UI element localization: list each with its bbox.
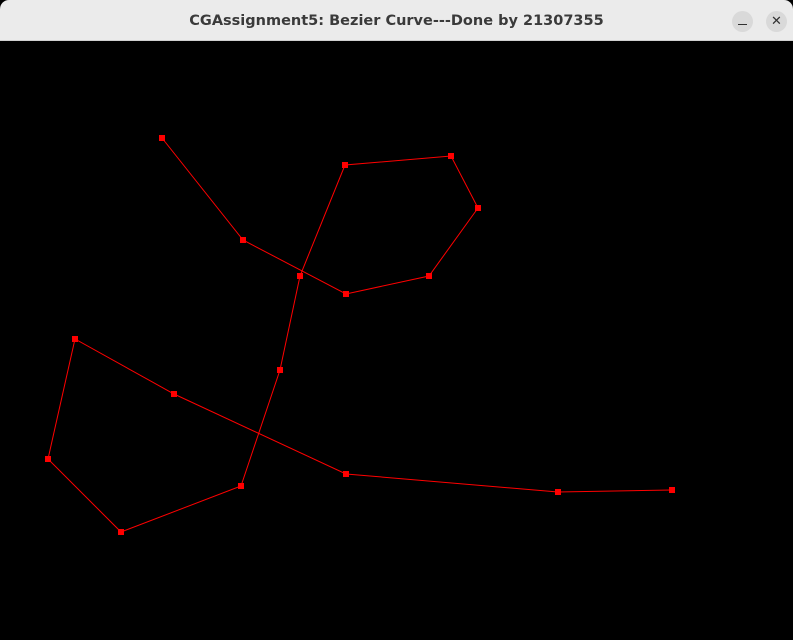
close-button[interactable]: ✕ — [766, 11, 787, 32]
control-point-7[interactable] — [342, 162, 348, 168]
control-point-5[interactable] — [475, 205, 481, 211]
control-point-13[interactable] — [72, 336, 78, 342]
control-point-6[interactable] — [448, 153, 454, 159]
control-polygon — [47, 137, 673, 533]
window-title: CGAssignment5: Bezier Curve---Done by 21… — [189, 13, 604, 29]
control-point-8[interactable] — [297, 273, 303, 279]
control-point-4[interactable] — [426, 273, 432, 279]
drawing-canvas[interactable] — [0, 41, 793, 640]
title-bar[interactable]: CGAssignment5: Bezier Curve---Done by 21… — [0, 0, 793, 41]
control-point-9[interactable] — [277, 367, 283, 373]
control-point-15[interactable] — [343, 471, 349, 477]
control-point-10[interactable] — [238, 483, 244, 489]
control-point-14[interactable] — [171, 391, 177, 397]
minimize-button[interactable] — [732, 11, 753, 32]
app-window: CGAssignment5: Bezier Curve---Done by 21… — [0, 0, 793, 640]
control-point-3[interactable] — [343, 291, 349, 297]
control-point-1[interactable] — [159, 135, 165, 141]
control-point-2[interactable] — [240, 237, 246, 243]
bezier-canvas-svg[interactable] — [0, 41, 793, 640]
minimize-icon — [738, 24, 747, 26]
close-icon: ✕ — [771, 14, 782, 29]
control-point-16[interactable] — [555, 489, 561, 495]
control-point-12[interactable] — [45, 456, 51, 462]
control-point-17[interactable] — [669, 487, 675, 493]
control-point-11[interactable] — [118, 529, 124, 535]
